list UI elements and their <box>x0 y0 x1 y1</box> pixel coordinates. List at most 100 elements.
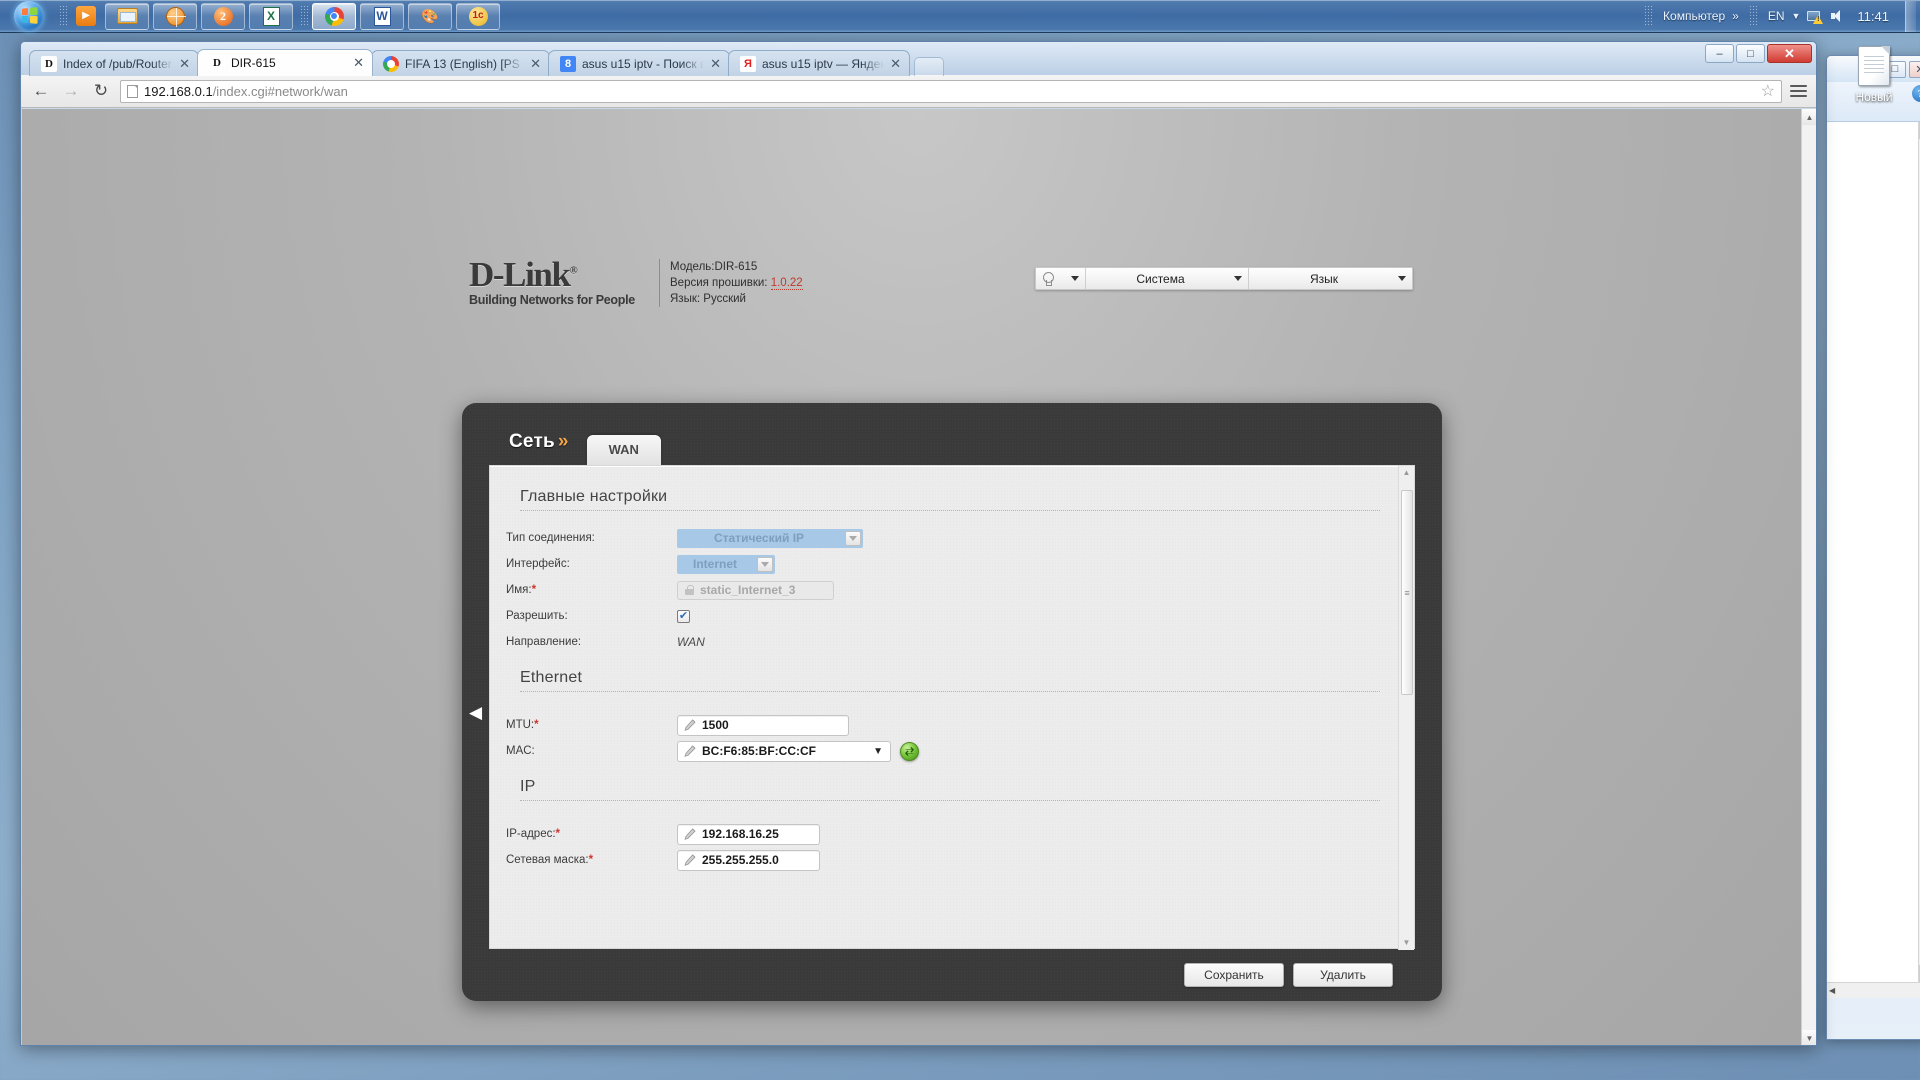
firmware-label: Версия прошивки: <box>670 277 768 289</box>
form-action-bar: Сохранить Удалить <box>489 949 1415 1001</box>
tab-close-button[interactable]: ✕ <box>530 56 541 72</box>
pencil-icon <box>684 854 696 866</box>
chrome-tabstrip-bar: D Index of /pub/Router ✕ D DIR-615 ✕ FIF… <box>21 42 1816 76</box>
enable-checkbox[interactable]: ✔ <box>677 609 690 623</box>
address-bar[interactable]: 192.168.0.1 /index.cgi#network/wan ☆ <box>120 79 1782 103</box>
forward-button[interactable]: → <box>60 81 82 101</box>
scrollbar-track[interactable] <box>1399 480 1414 936</box>
router-meta-info: Модель:DIR-615 Версия прошивки: 1.0.22 Я… <box>659 259 803 307</box>
field-row-interface: Интерфейс: Internet <box>502 551 1400 577</box>
tab-close-button[interactable]: ✕ <box>353 55 364 71</box>
tab-wan[interactable]: WAN <box>586 435 661 465</box>
reload-button[interactable]: ↻ <box>90 81 112 101</box>
mtu-input[interactable]: 1500 <box>677 714 849 736</box>
file-explorer-icon[interactable] <box>105 2 149 30</box>
browser-tab-3[interactable]: 8 asus u15 iptv - Поиск в Google ✕ <box>548 50 730 76</box>
network-globe-icon[interactable] <box>153 2 197 30</box>
wan-settings-form: Главные настройки Тип соединения: Статич… <box>490 466 1400 950</box>
media-player-icon[interactable]: ▶ <box>71 3 101 30</box>
scrollbar-thumb[interactable] <box>1401 490 1413 695</box>
start-button[interactable] <box>2 1 56 32</box>
window-minimize-button[interactable]: – <box>1705 44 1734 63</box>
connection-name-value: static_Internet_3 <box>700 583 796 597</box>
refresh-mac-icon[interactable] <box>900 741 919 761</box>
desktop-icon-novyi[interactable]: Новый <box>1836 46 1912 104</box>
ip-address-value: 192.168.16.25 <box>702 827 779 841</box>
tray-grip[interactable] <box>1748 5 1758 27</box>
window-close-button[interactable]: ✕ <box>1767 44 1812 63</box>
tab-close-button[interactable]: ✕ <box>890 56 901 72</box>
tab-close-button[interactable]: ✕ <box>179 56 190 72</box>
url-path: /index.cgi#network/wan <box>212 83 348 99</box>
collapse-menu-arrow-icon[interactable]: ◀ <box>462 693 489 733</box>
windows-taskbar: ▶ 2 X W 🎨 1c Компьютер » EN ▼ ! 11:41 <box>0 0 1920 33</box>
excel-icon[interactable]: X <box>249 2 293 30</box>
page-info-icon[interactable] <box>127 84 138 98</box>
toolbar-grip[interactable] <box>300 5 309 27</box>
scroll-up-arrow-icon[interactable]: ▲ <box>1802 109 1816 125</box>
chrome-icon[interactable] <box>312 2 356 30</box>
tray-overflow-chevron-icon[interactable]: » <box>1732 9 1739 23</box>
router-top-menu-bar: Система Язык <box>1035 267 1413 290</box>
tray-grip[interactable] <box>1644 5 1654 27</box>
label-connection-type: Тип соединения: <box>506 532 595 544</box>
save-button[interactable]: Сохранить <box>1184 963 1284 987</box>
language-menu[interactable]: Язык <box>1249 268 1412 289</box>
chevron-down-icon <box>757 556 773 572</box>
new-tab-button[interactable] <box>914 57 944 76</box>
required-asterisk: * <box>555 828 561 840</box>
subnet-mask-input[interactable]: 255.255.255.0 <box>677 849 820 871</box>
back-button[interactable]: ← <box>30 81 52 101</box>
desktop-icon-label: Новый <box>1855 90 1893 104</box>
toolbar-grip[interactable] <box>59 5 68 27</box>
scrollbar-track[interactable] <box>1802 125 1816 1030</box>
chrome-browser-window[interactable]: D Index of /pub/Router ✕ D DIR-615 ✕ FIF… <box>20 41 1817 1046</box>
volume-icon[interactable] <box>1830 9 1844 23</box>
network-warning-icon[interactable]: ! <box>1807 9 1824 24</box>
delete-button[interactable]: Удалить <box>1293 963 1393 987</box>
ip-address-input[interactable]: 192.168.16.25 <box>677 823 820 845</box>
mtu-value: 1500 <box>702 718 729 732</box>
tab-close-button[interactable]: ✕ <box>710 56 721 72</box>
chrome-menu-icon[interactable] <box>1790 85 1807 97</box>
pencil-icon <box>684 828 696 840</box>
mac-address-combobox[interactable]: BC:F6:85:BF:CC:CF ▼ <box>677 740 891 762</box>
paint-icon[interactable]: 🎨 <box>408 2 452 30</box>
system-menu[interactable]: Система <box>1086 268 1249 289</box>
card-scrollbar[interactable]: ▲ ▼ <box>1398 466 1414 950</box>
help-icon[interactable]: ? <box>1912 85 1920 102</box>
quick-tip-menu[interactable] <box>1036 268 1086 289</box>
window-maximize-button[interactable]: □ <box>1736 44 1765 63</box>
browser-tab-2[interactable]: FIFA 13 (English) [PS Vita] ✕ <box>371 50 550 76</box>
field-row-subnet-mask: Сетевая маска:* 255.255.255.0 <box>502 847 1400 873</box>
background-explorer-window[interactable]: □ ✕ ? ▲ ▼ ◀ ▶ <box>1826 55 1920 1040</box>
show-desktop-button[interactable] <box>1905 0 1916 32</box>
chevron-down-icon <box>1071 276 1079 281</box>
scroll-down-arrow-icon[interactable]: ▼ <box>1403 936 1411 950</box>
bookmark-star-icon[interactable]: ☆ <box>1761 81 1775 101</box>
onec-icon[interactable]: 1c <box>456 2 500 30</box>
page-vertical-scrollbar[interactable]: ▲ ▼ <box>1801 109 1816 1045</box>
hscroll-left-arrow-icon[interactable]: ◀ <box>1829 986 1835 995</box>
scroll-up-arrow-icon[interactable]: ▲ <box>1403 466 1411 480</box>
chevron-down-icon[interactable]: ▼ <box>870 746 886 757</box>
label-direction: Направление: <box>506 636 582 648</box>
background-window-hscrollbar[interactable]: ◀ ▶ <box>1827 982 1920 998</box>
chevron-down-icon[interactable]: ▼ <box>1792 11 1801 21</box>
browser-tab-1-active[interactable]: D DIR-615 ✕ <box>197 49 373 76</box>
taskbar-clock[interactable]: 11:41 <box>1851 9 1895 24</box>
language-indicator[interactable]: EN <box>1768 9 1785 23</box>
chevron-down-icon <box>1398 276 1406 281</box>
browser-tab-0[interactable]: D Index of /pub/Router ✕ <box>29 50 199 76</box>
breadcrumb[interactable]: Сеть» <box>509 431 569 465</box>
model-value: DIR-615 <box>714 261 758 273</box>
pencil-icon <box>684 745 696 757</box>
scroll-down-arrow-icon[interactable]: ▼ <box>1802 1030 1816 1045</box>
section-title-ethernet: Ethernet <box>520 669 583 686</box>
dlink-favicon: D <box>209 55 225 71</box>
label-mtu: MTU:* <box>506 719 539 731</box>
browser-tab-4[interactable]: Я asus u15 iptv — Яндекс: н ✕ <box>728 50 910 76</box>
zoom-player-icon[interactable]: 2 <box>201 2 245 30</box>
word-icon[interactable]: W <box>360 2 404 30</box>
tray-computer-label[interactable]: Компьютер <box>1663 9 1725 23</box>
